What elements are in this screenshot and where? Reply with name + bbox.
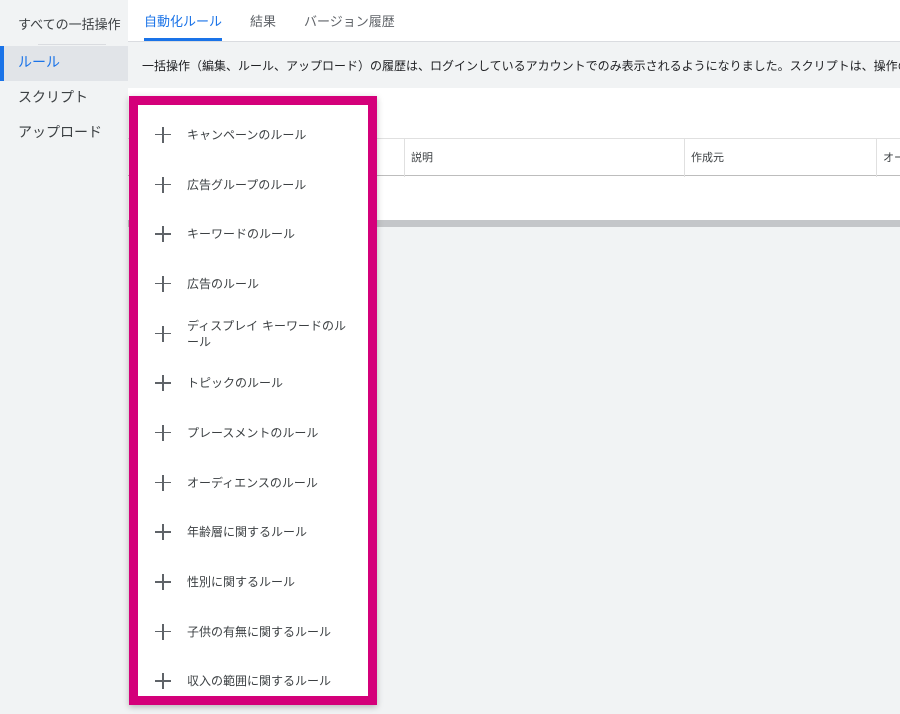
menu-item[interactable]: プレースメントのルール	[138, 408, 368, 458]
notice-banner: 一括操作（編集、ルール、アップロード）の履歴は、ログインしているアカウントでのみ…	[128, 42, 900, 88]
menu-item[interactable]: 収入の範囲に関するルール	[138, 657, 368, 707]
menu-item[interactable]: トピックのルール	[138, 358, 368, 408]
plus-icon	[155, 424, 171, 441]
menu-item-label: 性別に関するルール	[187, 575, 296, 590]
menu-item[interactable]: オーディエンスのルール	[138, 458, 368, 508]
plus-icon	[155, 126, 171, 143]
sidebar: すべての一括操作 ルール スクリプト アップロード	[0, 0, 128, 714]
menu-item[interactable]: 子供の有無に関するルール	[138, 607, 368, 657]
sidebar-title: すべての一括操作	[18, 18, 121, 33]
menu-item[interactable]: 性別に関するルール	[138, 557, 368, 607]
menu-item-label: 広告のルール	[187, 276, 260, 291]
menu-item-label: キャンペーンのルール	[187, 127, 307, 142]
tab-automated-rules[interactable]: 自動化ルール	[144, 0, 223, 41]
menu-item-label: オーディエンスのルール	[187, 475, 318, 490]
menu-item[interactable]: キャンペーンのルール	[138, 110, 368, 160]
menu-item[interactable]: 年齢層に関するルール	[138, 508, 368, 558]
plus-icon	[155, 673, 171, 690]
tab-version-history[interactable]: バージョン履歴	[304, 0, 395, 41]
tab-bar: 自動化ルール 結果 バージョン履歴	[128, 0, 900, 42]
plus-icon	[155, 275, 171, 292]
menu-item-label: キーワードのルール	[187, 227, 296, 242]
menu-item-label: 子供の有無に関するルール	[187, 624, 332, 639]
new-rule-menu: キャンペーンのルール 広告グループのルール キーワードのルール 広告のルールディスプレ…	[129, 96, 377, 705]
sidebar-item-uploads[interactable]: アップロード	[0, 116, 128, 151]
plus-icon	[155, 325, 171, 342]
column-header-description[interactable]: 説明	[404, 139, 684, 177]
menu-item[interactable]: ディスプレイ キーワードのルール	[138, 309, 368, 359]
plus-icon	[155, 375, 171, 392]
menu-item-label: 広告グループのルール	[187, 177, 307, 192]
sidebar-item-scripts[interactable]: スクリプト	[0, 81, 128, 116]
plus-icon	[155, 474, 171, 491]
column-header-created-by[interactable]: 作成元	[684, 139, 876, 177]
menu-item-label: 年齢層に関するルール	[187, 525, 308, 540]
menu-item[interactable]: キーワードのルール	[138, 209, 368, 259]
menu-item[interactable]: 広告グループのルール	[138, 160, 368, 210]
tab-results[interactable]: 結果	[250, 0, 276, 41]
sidebar-item-rules[interactable]: ルール	[0, 46, 128, 81]
menu-item-label: ディスプレイ キーワードのルール	[187, 318, 346, 349]
menu-item-label: トピックのルール	[187, 376, 284, 391]
plus-icon	[155, 574, 171, 591]
sidebar-divider	[38, 44, 106, 45]
menu-item[interactable]: 広告のルール	[138, 259, 368, 309]
plus-icon	[155, 226, 171, 243]
plus-icon	[155, 623, 171, 640]
menu-item-label: 収入の範囲に関するルール	[187, 674, 332, 689]
plus-icon	[155, 524, 171, 541]
column-header-owner[interactable]: オー	[876, 139, 900, 177]
menu-item-label: プレースメントのルール	[187, 425, 319, 440]
plus-icon	[155, 176, 171, 193]
